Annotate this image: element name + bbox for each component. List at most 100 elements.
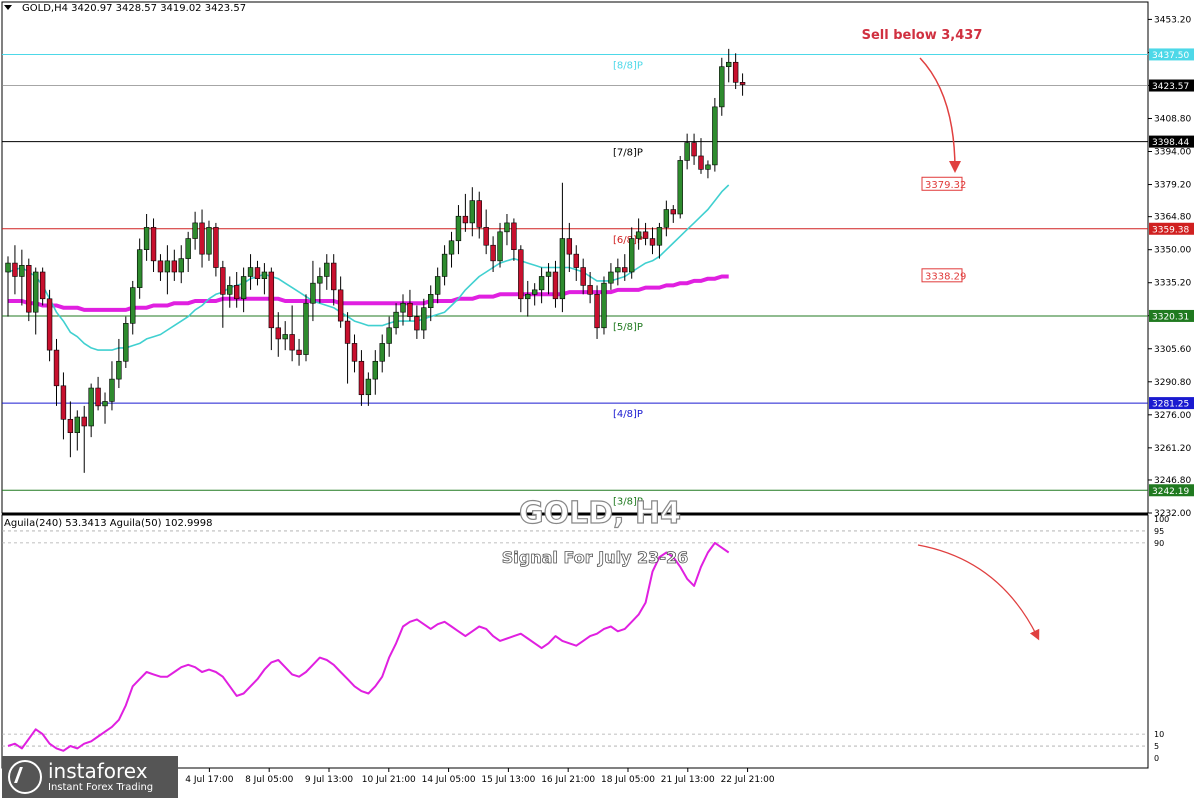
chart-stage: [8/8]P[7/8]P[6/8]P[5/8]P[4/8]P[3/8]P3379… <box>0 0 1200 800</box>
bullish-candle <box>206 227 212 255</box>
price-tick-label: 3261.20 <box>1154 444 1191 454</box>
bullish-candle <box>525 294 531 300</box>
bullish-candle <box>116 360 122 380</box>
time-tick-label: 9 Jul 13:00 <box>305 775 354 785</box>
bearish-candle <box>150 227 157 262</box>
slow-ma-value-label: 3338.29 <box>925 271 966 282</box>
bearish-candle <box>462 215 469 224</box>
bullish-candle <box>635 231 642 239</box>
level-price-label: 3320.31 <box>1152 312 1189 322</box>
time-tick-label: 18 Jul 05:00 <box>601 775 655 785</box>
bearish-candle <box>220 267 226 295</box>
bearish-candle <box>289 334 295 351</box>
bearish-candle <box>649 238 656 246</box>
price-tick-label: 3379.20 <box>1154 181 1191 191</box>
sell-note: Sell below 3,437 <box>862 28 983 43</box>
bullish-candle <box>656 227 663 246</box>
bearish-candle <box>732 61 739 83</box>
price-tick-label: 3305.60 <box>1154 345 1191 355</box>
bearish-candle <box>275 327 281 340</box>
aguila-tick-label: 5 <box>1154 742 1159 751</box>
bearish-candle <box>490 244 496 262</box>
time-tick-label: 16 Jul 21:00 <box>541 775 595 785</box>
bullish-candle <box>109 378 115 402</box>
time-tick-label: 22 Jul 21:00 <box>721 775 775 785</box>
level-price-label: 3281.25 <box>1152 400 1189 410</box>
bullish-candle <box>455 215 462 242</box>
price-tick-label: 3394.00 <box>1154 148 1191 158</box>
bullish-candle <box>33 271 39 313</box>
aguila-tick-label: 95 <box>1154 527 1164 536</box>
bearish-candle <box>642 231 649 239</box>
murrey-level-name: [8/8]P <box>613 60 643 71</box>
aguila-tick-label: 100 <box>1154 515 1169 524</box>
bullish-candle <box>601 282 607 329</box>
bearish-candle <box>698 155 704 170</box>
price-tick-label: 3335.20 <box>1154 279 1191 289</box>
bearish-candle <box>337 289 344 322</box>
bearish-candle <box>351 343 358 362</box>
price-tick-label: 3408.80 <box>1154 114 1191 124</box>
bullish-candle <box>192 222 198 239</box>
instaforex-logo-icon <box>8 760 42 794</box>
bullish-candle <box>559 238 566 300</box>
overlay-subtitle: Signal For July 23-26 <box>502 548 688 567</box>
bearish-candle <box>476 200 482 228</box>
bullish-candle <box>247 267 254 277</box>
bearish-candle <box>296 349 302 355</box>
bearish-candle <box>254 267 261 279</box>
bearish-candle <box>739 82 746 85</box>
bearish-candle <box>691 142 697 157</box>
bullish-candle <box>469 200 476 224</box>
bullish-candle <box>310 282 316 304</box>
bearish-candle <box>511 222 517 250</box>
bullish-candle <box>531 289 538 295</box>
murrey-level-name: [4/8]P <box>613 409 643 420</box>
bullish-candle <box>102 401 108 407</box>
time-tick-label: 8 Jul 05:00 <box>245 775 294 785</box>
bullish-candle <box>628 238 635 273</box>
bullish-candle <box>136 249 143 288</box>
price-tick-label: 3364.80 <box>1154 213 1191 223</box>
bearish-candle <box>594 294 600 329</box>
current-price-label: 3423.57 <box>1152 82 1189 92</box>
instaforex-logo[interactable]: instaforex Instant Forex Trading <box>2 756 178 798</box>
bullish-candle <box>434 276 441 295</box>
bearish-candle <box>67 418 74 433</box>
logo-name: instaforex <box>48 759 148 783</box>
bullish-candle <box>448 240 455 255</box>
murrey-level-name: [7/8]P <box>613 148 643 159</box>
logo-tagline: Instant Forex Trading <box>48 782 154 793</box>
bearish-candle <box>331 262 337 291</box>
bullish-candle <box>663 209 670 228</box>
bearish-candle <box>587 285 593 295</box>
bullish-candle <box>379 343 385 362</box>
bearish-candle <box>414 316 420 331</box>
bullish-candle <box>677 160 683 215</box>
bullish-candle <box>240 276 247 300</box>
bearish-candle <box>213 227 219 268</box>
bullish-candle <box>5 262 11 273</box>
bearish-candle <box>53 349 60 387</box>
bearish-candle <box>518 249 524 300</box>
time-tick-label: 15 Jul 13:00 <box>481 775 535 785</box>
bearish-candle <box>407 302 413 317</box>
bullish-candle <box>538 276 545 291</box>
bullish-candle <box>684 142 690 161</box>
aguila-tick-label: 0 <box>1154 754 1159 763</box>
bullish-candle <box>317 276 323 284</box>
time-tick-label: 14 Jul 05:00 <box>422 775 476 785</box>
bullish-candle <box>88 387 94 427</box>
bearish-candle <box>26 265 32 313</box>
bearish-candle <box>573 253 579 268</box>
bearish-candle <box>157 260 164 273</box>
bullish-candle <box>441 253 448 277</box>
chart-header-ohlc: GOLD,H4 3420.97 3428.57 3419.02 3423.57 <box>22 3 246 14</box>
time-tick-label: 21 Jul 13:00 <box>661 775 715 785</box>
bearish-candle <box>580 267 586 286</box>
bullish-candle <box>504 222 510 233</box>
bullish-candle <box>74 416 81 433</box>
fast-ma-value-label: 3379.32 <box>925 180 966 191</box>
bullish-candle <box>421 307 427 331</box>
bearish-candle <box>670 209 676 215</box>
